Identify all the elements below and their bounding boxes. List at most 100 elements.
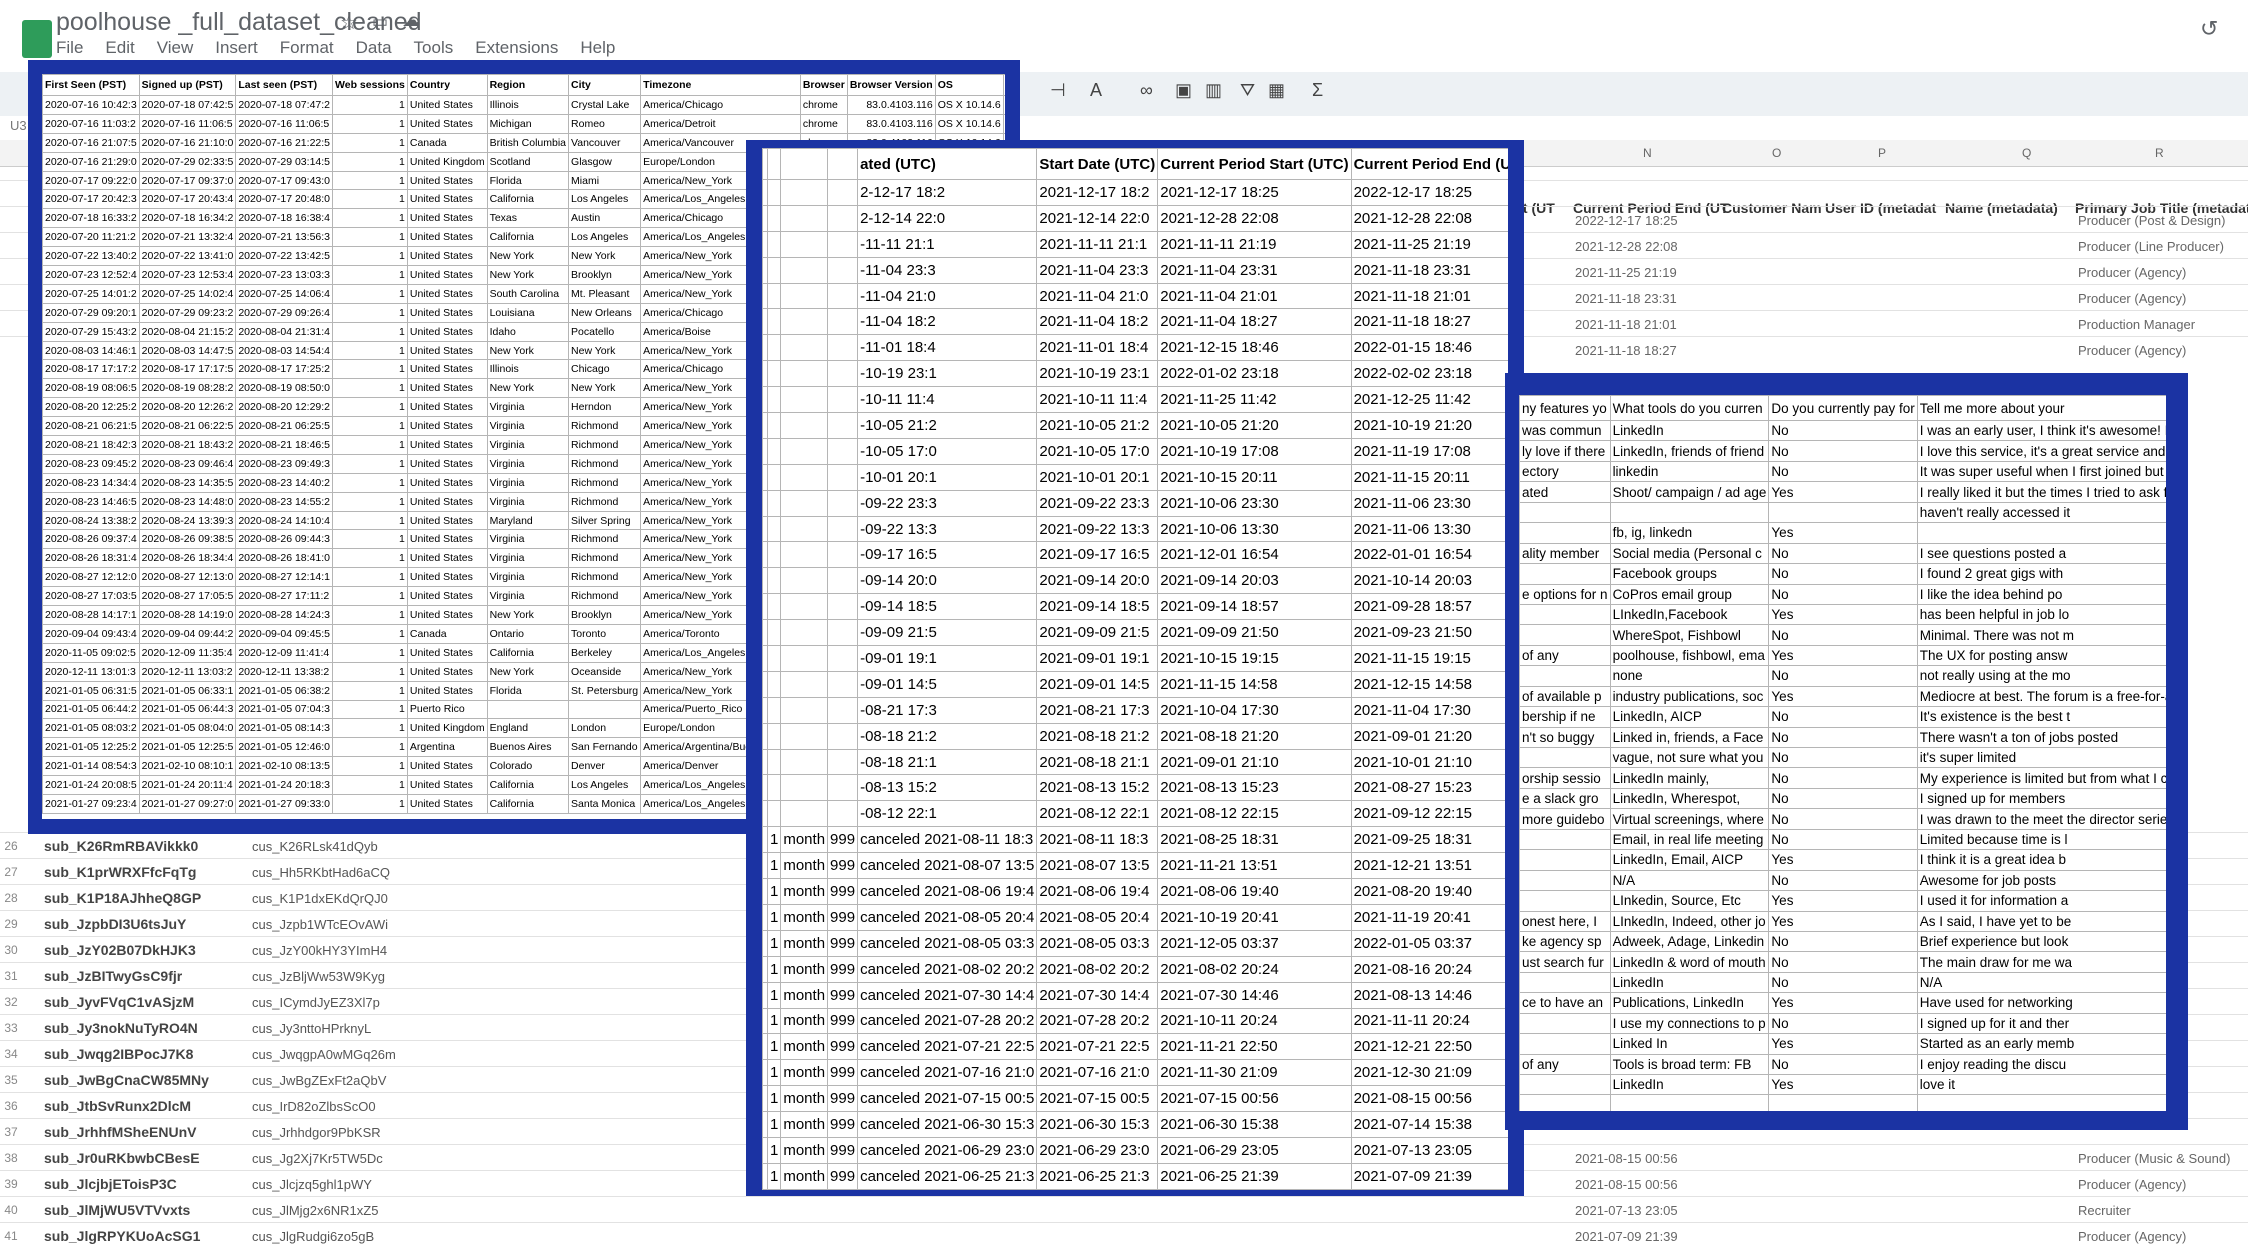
table-cell[interactable]: 2021-01-05 08:14:3: [235, 718, 334, 739]
table-cell[interactable]: San Fernando: [568, 737, 642, 758]
table-cell[interactable]: United States: [406, 510, 488, 531]
table-cell[interactable]: 2021-11-25 11:42: [1157, 386, 1352, 414]
table-cell[interactable]: 2021-01-27 09:27:0: [138, 793, 237, 814]
table-cell[interactable]: 2021-08-02 20:2: [1036, 955, 1159, 983]
table-cell[interactable]: 2021-01-05 07:04:3: [235, 699, 334, 720]
table-cell[interactable]: 1: [332, 548, 408, 569]
table-cell[interactable]: Chicago: [568, 359, 642, 380]
table-cell[interactable]: Los Angeles: [568, 227, 642, 248]
table-cell[interactable]: more guidebo: [1519, 808, 1611, 830]
table-cell[interactable]: 2021-06-29 23:0: [1036, 1136, 1159, 1164]
table-cell[interactable]: [780, 515, 829, 543]
table-cell[interactable]: 2020-07-18 16:33:2: [42, 208, 140, 229]
table-cell[interactable]: [766, 593, 782, 621]
table-cell[interactable]: 2020-08-27 17:11:2: [235, 586, 334, 607]
table-cell[interactable]: 1: [332, 246, 408, 267]
table-cell[interactable]: 2020-08-26 09:38:5: [138, 529, 237, 550]
table-cell[interactable]: LinkedIn: [1609, 971, 1770, 994]
table-cell[interactable]: -09-22 23:3: [857, 489, 1038, 517]
table-cell[interactable]: 2021-08-06 19:4: [1036, 878, 1159, 905]
table-cell[interactable]: Richmond: [568, 548, 642, 569]
table-cell[interactable]: Glasgow: [568, 151, 642, 172]
table-cell[interactable]: 2021-01-24 20:11:4: [138, 775, 237, 795]
table-cell[interactable]: Mt. Pleasant: [568, 283, 642, 304]
table-cell[interactable]: 2021-09-12 22:15: [1350, 800, 1508, 828]
table-cell[interactable]: Yes: [1768, 890, 1918, 912]
table-cell[interactable]: 1: [332, 680, 408, 701]
table-cell[interactable]: canceled 2021-06-25 21:3: [857, 1162, 1038, 1190]
table-cell[interactable]: 2020-08-27 12:12:0: [42, 567, 140, 588]
table-cell[interactable]: [827, 619, 859, 647]
table-cell[interactable]: 2020-08-27 17:03:5: [42, 586, 140, 607]
table-cell[interactable]: England: [486, 718, 570, 739]
row-number[interactable]: 36: [0, 1099, 22, 1113]
table-cell[interactable]: 2021-11-21 13:51: [1157, 852, 1352, 880]
table-cell[interactable]: Richmond: [568, 435, 642, 455]
cell-subscription-id[interactable]: sub_JzBITwyGsC9fjr: [44, 968, 182, 984]
table-cell[interactable]: 1: [332, 397, 408, 418]
table-cell[interactable]: No: [1768, 440, 1918, 462]
table-cell[interactable]: 2020-08-17 17:17:2: [42, 359, 140, 380]
table-cell[interactable]: ust search fur: [1519, 951, 1611, 973]
table-cell[interactable]: [780, 437, 829, 465]
cell-subscription-id[interactable]: sub_JzpbDI3U6tsJuY: [44, 916, 186, 932]
table-cell[interactable]: OS X 10.14.6: [934, 95, 1004, 115]
table-cell[interactable]: Yes: [1768, 603, 1918, 626]
table-cell[interactable]: 2021-01-05 08:03:2: [42, 718, 140, 739]
table-cell[interactable]: -09-22 13:3: [857, 515, 1038, 543]
table-cell[interactable]: [766, 308, 782, 336]
table-cell[interactable]: 2020-08-26 18:31:4: [42, 548, 140, 569]
table-cell[interactable]: 2-12-14 22:0: [857, 204, 1038, 232]
table-cell[interactable]: 2020-08-23 14:40:2: [235, 472, 334, 493]
table-cell[interactable]: 1: [332, 453, 408, 474]
table-cell[interactable]: [780, 593, 829, 621]
table-cell[interactable]: No: [1768, 951, 1918, 973]
table-cell[interactable]: [568, 699, 642, 720]
table-cell[interactable]: 2021-01-27 09:23:4: [42, 793, 140, 814]
table-cell[interactable]: I see questions posted a: [1916, 542, 2166, 565]
table-cell[interactable]: 2020-07-29 03:14:5: [235, 151, 334, 172]
column-header[interactable]: Browser: [799, 74, 848, 96]
table-cell[interactable]: month: [780, 903, 829, 931]
table-cell[interactable]: ke agency sp: [1519, 930, 1611, 953]
table-cell[interactable]: 1: [766, 981, 782, 1009]
table-cell[interactable]: 2021-01-24 20:18:3: [235, 775, 334, 795]
table-cell[interactable]: [780, 308, 829, 336]
table-cell[interactable]: canceled 2021-08-02 20:2: [857, 955, 1038, 983]
table-cell[interactable]: [780, 645, 829, 672]
table-cell[interactable]: month: [780, 981, 829, 1009]
table-cell[interactable]: 2020-07-20 11:21:2: [42, 227, 140, 248]
table-cell[interactable]: Virginia: [486, 397, 570, 418]
table-cell[interactable]: 2020-08-21 06:25:5: [235, 416, 334, 437]
functions-icon[interactable]: Σ: [1312, 80, 1323, 101]
comment-icon[interactable]: ▣: [1175, 80, 1192, 101]
table-cell[interactable]: [1519, 1012, 1611, 1035]
table-cell[interactable]: Yes: [1768, 481, 1918, 503]
table-cell[interactable]: Started as an early memb: [1916, 1033, 2166, 1055]
table-cell[interactable]: 999: [827, 1136, 859, 1164]
table-cell[interactable]: London: [568, 718, 642, 739]
table-cell[interactable]: I enjoy reading the discu: [1916, 1053, 2166, 1076]
table-cell[interactable]: 999: [827, 826, 859, 854]
filter-views-icon[interactable]: ▦: [1268, 80, 1285, 101]
table-cell[interactable]: 999: [827, 1111, 859, 1138]
table-cell[interactable]: 2021-08-18 21:20: [1157, 722, 1352, 750]
table-cell[interactable]: 1: [332, 699, 408, 720]
table-cell[interactable]: No: [1768, 971, 1918, 994]
table-cell[interactable]: 2020-09-04 09:43:4: [42, 623, 140, 644]
filter-icon[interactable]: ⛛: [1240, 80, 1255, 101]
table-cell[interactable]: Linked in, friends, a Face: [1609, 726, 1770, 749]
table-cell[interactable]: 2021-09-25 18:31: [1350, 826, 1508, 854]
table-cell[interactable]: Yes: [1768, 522, 1918, 544]
table-cell[interactable]: 2021-01-27 09:33:0: [235, 793, 334, 814]
table-cell[interactable]: United States: [406, 246, 488, 267]
table-cell[interactable]: 2020-08-03 14:46:1: [42, 340, 140, 361]
table-cell[interactable]: 2021-12-21 22:50: [1350, 1033, 1508, 1061]
column-header[interactable]: Start Date (UTC): [1036, 148, 1159, 180]
table-cell[interactable]: onest here, I: [1519, 910, 1611, 932]
table-cell[interactable]: New York: [486, 661, 570, 682]
doc-title[interactable]: poolhouse _full_dataset_cleaned: [56, 8, 422, 37]
table-cell[interactable]: Virginia: [486, 416, 570, 437]
cell-subscription-id[interactable]: sub_JlgRPYKUoAcSG1: [44, 1228, 200, 1244]
table-cell[interactable]: 2021-09-14 20:03: [1157, 567, 1352, 595]
